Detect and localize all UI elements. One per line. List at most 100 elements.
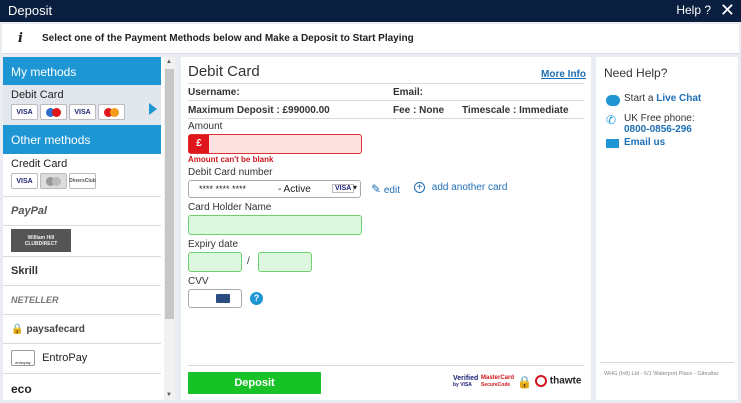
- info-icon: i: [18, 31, 23, 46]
- method-eco[interactable]: eco: [3, 374, 161, 400]
- method-william-hill[interactable]: William Hill CLUBDIRECT: [3, 226, 161, 257]
- fee-text: Fee : None: [393, 105, 445, 116]
- mastercard-icon: [98, 104, 125, 120]
- thawte-seal-icon: [535, 375, 547, 387]
- expiry-separator: /: [247, 256, 250, 267]
- visa-icon: VISA: [332, 184, 355, 193]
- cvv-label: CVV: [188, 276, 209, 287]
- neteller-logo: NETELLER: [11, 295, 59, 305]
- add-circle-icon: +: [414, 182, 425, 193]
- entropay-logo: entropay: [11, 350, 35, 366]
- method-skrill[interactable]: Skrill: [3, 257, 161, 286]
- chat-icon: [606, 95, 620, 106]
- cvv-input[interactable]: [188, 289, 242, 308]
- page-title: Debit Card: [188, 63, 260, 80]
- edit-card-link[interactable]: ✎ edit: [371, 182, 400, 196]
- phone-number[interactable]: 0800-0856-296: [624, 124, 692, 135]
- divider: [188, 365, 584, 366]
- amount-input[interactable]: £: [188, 134, 362, 154]
- footer-text: WHG (Intl) Ltd - 6/1 Waterport Place - G…: [604, 371, 719, 377]
- mastercard-securecode-logo: MasterCard SecureCode: [481, 375, 514, 389]
- entropay-label: EntroPay: [42, 351, 88, 364]
- maestro-icon: [40, 104, 67, 120]
- live-chat-link[interactable]: Live Chat: [656, 93, 701, 104]
- method-label: Debit Card: [11, 89, 64, 101]
- scroll-down-icon[interactable]: ▼: [166, 392, 172, 398]
- other-methods-header: Other methods: [3, 125, 161, 154]
- method-debit-card[interactable]: Debit Card VISA VISA: [3, 85, 161, 125]
- thawte-label: thawte: [549, 375, 582, 387]
- email-us-link[interactable]: Email us: [624, 137, 665, 148]
- help-panel: Need Help? Start a Live Chat ✆ UK Free p…: [596, 57, 738, 400]
- card-masked-number: **** **** ****: [199, 184, 247, 194]
- method-neteller[interactable]: NETELLER: [3, 286, 161, 315]
- expiry-month-input[interactable]: [188, 252, 242, 272]
- help-title: Need Help?: [604, 66, 668, 80]
- card-status: - Active: [278, 184, 311, 195]
- verified-by-visa-logo: Verified by VISA: [453, 375, 478, 389]
- thawte-logo: thawte: [535, 375, 581, 387]
- holder-input[interactable]: [188, 215, 362, 235]
- method-paypal[interactable]: PayPal: [3, 197, 161, 226]
- username-label: Username:: [188, 87, 240, 98]
- msc-bottom-label: SecureCode: [481, 382, 511, 388]
- currency-badge: £: [189, 135, 209, 153]
- expiry-year-input[interactable]: [258, 252, 312, 272]
- visa-icon: VISA: [69, 104, 96, 120]
- paypal-logo: PayPal: [11, 205, 48, 217]
- diners-club-icon: DinersClub: [69, 173, 96, 189]
- divider: [600, 362, 734, 363]
- skrill-logo: Skrill: [11, 265, 38, 277]
- more-info-link[interactable]: More Info: [541, 69, 586, 80]
- scroll-up-icon[interactable]: ▲: [166, 59, 172, 65]
- cvv-help-icon[interactable]: ?: [250, 292, 263, 305]
- divider: [188, 83, 584, 84]
- chat-prefix: Start a: [624, 93, 654, 104]
- deposit-button[interactable]: Deposit: [188, 372, 321, 394]
- divider: [188, 118, 584, 119]
- method-paysafecard[interactable]: 🔒 paysafecard: [3, 315, 161, 344]
- divider: [188, 100, 584, 101]
- method-entropay[interactable]: entropay EntroPay: [3, 344, 161, 374]
- phone-label: UK Free phone:: [624, 113, 695, 124]
- method-credit-card[interactable]: Credit Card VISA DinersClub: [3, 154, 161, 197]
- edit-label: edit: [383, 185, 400, 196]
- expiry-label: Expiry date: [188, 239, 239, 250]
- msc-top-label: MasterCard: [481, 375, 515, 381]
- visa-icon: VISA: [11, 173, 38, 189]
- add-card-label: add another card: [431, 182, 508, 193]
- william-hill-logo: William Hill CLUBDIRECT: [11, 229, 71, 252]
- title-bar: Deposit Help ? ✕: [0, 0, 741, 22]
- payment-methods-sidebar: My methods Debit Card VISA VISA Other me…: [3, 57, 175, 400]
- email-label: Email:: [393, 87, 424, 98]
- phone-icon: ✆: [606, 113, 617, 127]
- vbv-bottom-label: by VISA: [453, 382, 472, 388]
- paysafecard-logo: 🔒: [11, 324, 24, 335]
- window-title: Deposit: [8, 3, 53, 18]
- selected-arrow-icon: [149, 103, 157, 115]
- info-banner: i Select one of the Payment Methods belo…: [2, 24, 739, 54]
- help-link[interactable]: Help ?: [676, 3, 711, 17]
- sidebar-scrollbar[interactable]: ▲ ▼: [164, 57, 175, 400]
- paysafecard-label: paysafecard: [26, 324, 85, 335]
- mastercard-icon: [40, 173, 67, 189]
- padlock-icon: 🔒: [517, 375, 532, 389]
- holder-label: Card Holder Name: [188, 202, 272, 213]
- my-methods-header: My methods: [3, 57, 161, 85]
- close-icon[interactable]: ✕: [720, 0, 735, 20]
- visa-icon: VISA: [11, 104, 38, 120]
- add-card-link[interactable]: + add another card: [414, 182, 507, 193]
- vbv-top-label: Verified: [453, 375, 479, 382]
- deposit-form-panel: Debit Card More Info Username: Email: Ma…: [181, 57, 591, 400]
- max-deposit-text: Maximum Deposit : £99000.00: [188, 105, 330, 116]
- scrollbar-thumb[interactable]: [165, 69, 174, 319]
- envelope-icon: [606, 139, 619, 148]
- amount-label: Amount: [188, 121, 223, 132]
- chevron-down-icon: ▾: [353, 183, 358, 192]
- card-select[interactable]: **** **** **** - Active VISA ▾: [188, 180, 361, 198]
- amount-error: Amount can't be blank: [188, 155, 274, 164]
- eco-logo: eco: [11, 382, 32, 396]
- method-label: Credit Card: [11, 158, 68, 170]
- card-number-label: Debit Card number: [188, 167, 273, 178]
- pencil-icon: ✎: [371, 182, 382, 196]
